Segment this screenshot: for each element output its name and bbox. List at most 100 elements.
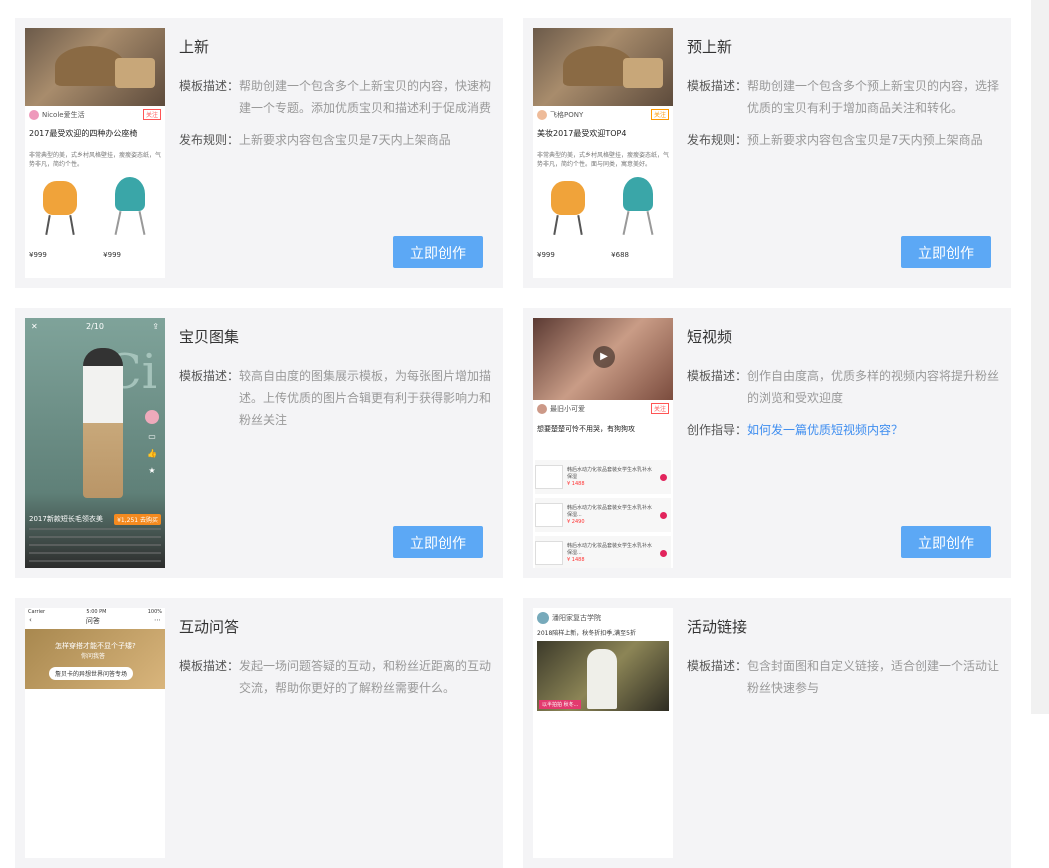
- like-icon[interactable]: 👍: [147, 449, 157, 458]
- preview-follow-tag: 关注: [650, 403, 669, 414]
- add-cart-icon[interactable]: [660, 473, 667, 481]
- template-preview-image: Carrier 5:00 PM 100% ‹ 问答 ⋯ 怎样穿搭才能不显个子矮?…: [25, 608, 165, 858]
- preview-price: ¥688: [611, 251, 629, 259]
- desc-label: 模板描述：: [179, 79, 240, 93]
- product-item[interactable]: 韩后水动力化妆品套装女学生水乳补水保湿 ¥ 1488: [535, 460, 671, 494]
- back-icon[interactable]: ‹: [29, 616, 32, 626]
- preview-headline: 想要楚楚可怜不用哭，有狗狗攻: [537, 425, 635, 433]
- template-card-qa: Carrier 5:00 PM 100% ‹ 问答 ⋯ 怎样穿搭才能不显个子矮?…: [15, 598, 503, 868]
- template-card-gallery: ✕ 2/10 ⇪ Ci ▭ 👍 ★ 2017新款短长毛领衣美 ¥1,251 去购…: [15, 308, 503, 578]
- preview-headline: 美妆2017最受欢迎TOP4: [537, 129, 627, 138]
- preview-author: Nicole爱生活: [42, 110, 85, 119]
- template-preview-image: 潘阳家复古学院 2018陪样上新，秋冬折扣季,满至5折 以半拍拍 秋冬...: [533, 608, 673, 858]
- preview-author: 最旧小可爱: [550, 404, 585, 413]
- rule-text: 预上新要求内容包含宝贝是7天内预上架商品: [747, 133, 983, 147]
- preview-headline: 2018陪样上新，秋冬折扣季,满至5折: [537, 630, 636, 637]
- create-now-button[interactable]: 立即创作: [393, 236, 483, 268]
- event-cover-image[interactable]: 以半拍拍 秋冬...: [537, 641, 669, 711]
- desc-text: 创作自由度高，优质多样的视频内容将提升粉丝的浏览和受欢迎度: [747, 369, 1000, 405]
- video-cover[interactable]: ▶: [533, 318, 673, 400]
- preview-author: 潘阳家复古学院: [552, 614, 601, 622]
- create-now-button[interactable]: 立即创作: [901, 236, 991, 268]
- desc-label: 模板描述：: [687, 79, 748, 93]
- nav-title: 问答: [85, 617, 100, 625]
- teal-chair-image: [97, 175, 159, 237]
- card-title: 上新: [179, 38, 210, 56]
- desc-text: 发起一场问题答疑的互动，和粉丝近距离的互动交流，帮助你更好的了解粉丝需要什么。: [239, 659, 492, 695]
- qa-question: 怎样穿搭才能不显个子矮?: [55, 642, 136, 650]
- desc-label: 模板描述：: [179, 369, 240, 383]
- model-figure: [83, 348, 123, 498]
- template-preview-image: ✕ 2/10 ⇪ Ci ▭ 👍 ★ 2017新款短长毛领衣美 ¥1,251 去购…: [25, 318, 165, 568]
- card-title: 互动问答: [179, 618, 240, 636]
- desc-text: 较高自由度的图集展示模板，为每张图片增加描述。上传优质的图片合辑更有利于获得影响…: [239, 369, 492, 427]
- add-cart-icon[interactable]: [660, 549, 667, 557]
- status-battery: 100%: [147, 609, 162, 615]
- product-price: ¥ 1488: [567, 556, 585, 563]
- card-title: 活动链接: [687, 618, 748, 636]
- card-title: 短视频: [687, 328, 733, 346]
- card-title: 宝贝图集: [179, 328, 240, 346]
- desc-text: 帮助创建一个包含多个上新宝贝的内容，快速构建一个专题。添加优质宝贝和描述利于促成…: [239, 79, 492, 115]
- rule-label: 发布规则：: [687, 133, 748, 147]
- product-name: 韩后水动力化妆品套装女学生水乳补水保湿: [567, 466, 653, 480]
- event-caption: 以半拍拍 秋冬...: [539, 700, 582, 709]
- preview-follow-tag: 关注: [142, 109, 161, 120]
- product-image: [535, 503, 563, 527]
- caption-text-lines: [29, 528, 161, 562]
- status-carrier: Carrier: [28, 609, 46, 615]
- buy-tag[interactable]: ¥1,251 去购买: [114, 514, 161, 525]
- product-image: [535, 465, 563, 489]
- share-icon[interactable]: ⇪: [152, 322, 159, 331]
- desc-text: 包含封面图和自定义链接，适合创建一个活动让粉丝快速参与: [747, 659, 1000, 695]
- comment-icon[interactable]: ▭: [148, 432, 156, 441]
- guide-link[interactable]: 如何发一篇优质短视频内容？: [747, 419, 903, 441]
- gallery-headline: 2017新款短长毛领衣美: [29, 515, 103, 523]
- scrollbar-track[interactable]: [1031, 0, 1049, 714]
- teal-chair-image: [605, 175, 667, 237]
- template-preview-image: Nicole爱生活 关注 2017最受欢迎的四种办公座椅 非常典型的美，式乡村风…: [25, 28, 165, 278]
- gallery-counter: 2/10: [86, 322, 104, 331]
- create-now-button[interactable]: 立即创作: [393, 526, 483, 558]
- preview-description: 非常典型的美，式乡村风格壁挂，瘦瘦姿态纸，气势非凡，简约个性。面与同类，寓意美好…: [537, 152, 670, 168]
- desc-text: 帮助创建一个包含多个预上新宝贝的内容，选择优质的宝贝有利于增加商品关注和转化。: [747, 79, 1000, 115]
- preview-headline: 2017最受欢迎的四种办公座椅: [29, 129, 138, 138]
- template-preview-image: ▶ 最旧小可爱 关注 想要楚楚可怜不用哭，有狗狗攻 韩后水动力化妆品套装女学生水…: [533, 318, 673, 568]
- product-name: 韩后水动力化妆品套装女学生水乳补水保湿...: [567, 504, 653, 518]
- orange-chair-image: [537, 175, 599, 237]
- star-icon[interactable]: ★: [148, 466, 155, 475]
- more-icon[interactable]: ⋯: [154, 616, 161, 626]
- template-preview-image: 飞格PONY 关注 美妆2017最受欢迎TOP4 非常典型的美，式乡村风格壁挂，…: [533, 28, 673, 278]
- avatar[interactable]: [537, 612, 549, 624]
- preview-description: 非常典型的美，式乡村风格壁挂，瘦瘦姿态纸，气势非凡，简约个性。: [29, 152, 162, 168]
- model-figure: [587, 649, 617, 709]
- desc-label: 模板描述：: [687, 369, 748, 383]
- template-card-short-video: ▶ 最旧小可爱 关注 想要楚楚可怜不用哭，有狗狗攻 韩后水动力化妆品套装女学生水…: [523, 308, 1011, 578]
- template-card-new-arrival: Nicole爱生活 关注 2017最受欢迎的四种办公座椅 非常典型的美，式乡村风…: [15, 18, 503, 288]
- product-item[interactable]: 韩后水动力化妆品套装女学生水乳补水保湿... ¥ 1488: [535, 536, 671, 568]
- template-card-event-link: 潘阳家复古学院 2018陪样上新，秋冬折扣季,满至5折 以半拍拍 秋冬... 活…: [523, 598, 1011, 868]
- product-name: 韩后水动力化妆品套装女学生水乳补水保湿...: [567, 542, 653, 556]
- qa-banner-label: 詹贝卡的异想世界问答专场: [49, 667, 134, 680]
- play-icon[interactable]: ▶: [593, 346, 615, 368]
- product-item[interactable]: 韩后水动力化妆品套装女学生水乳补水保湿... ¥ 2490: [535, 498, 671, 532]
- create-now-button[interactable]: 立即创作: [901, 526, 991, 558]
- preview-follow-tag: 关注: [650, 109, 669, 120]
- preview-price: ¥999: [537, 251, 555, 259]
- status-time: 5:00 PM: [86, 609, 107, 615]
- qa-subtitle: 你问我答: [81, 653, 106, 660]
- template-card-pre-new: 飞格PONY 关注 美妆2017最受欢迎TOP4 非常典型的美，式乡村风格壁挂，…: [523, 18, 1011, 288]
- avatar[interactable]: [145, 410, 159, 424]
- rule-label: 发布规则：: [179, 133, 240, 147]
- guide-label: 创作指导：: [687, 423, 748, 437]
- preview-author: 飞格PONY: [550, 110, 584, 119]
- preview-price: ¥999: [103, 251, 121, 259]
- close-icon[interactable]: ✕: [31, 322, 38, 331]
- orange-chair-image: [29, 175, 91, 237]
- add-cart-icon[interactable]: [660, 511, 667, 519]
- rule-text: 上新要求内容包含宝贝是7天内上架商品: [239, 133, 451, 147]
- product-price: ¥ 1488: [567, 480, 585, 487]
- preview-price: ¥999: [29, 251, 47, 259]
- desc-label: 模板描述：: [179, 659, 240, 673]
- product-price: ¥ 2490: [567, 518, 585, 525]
